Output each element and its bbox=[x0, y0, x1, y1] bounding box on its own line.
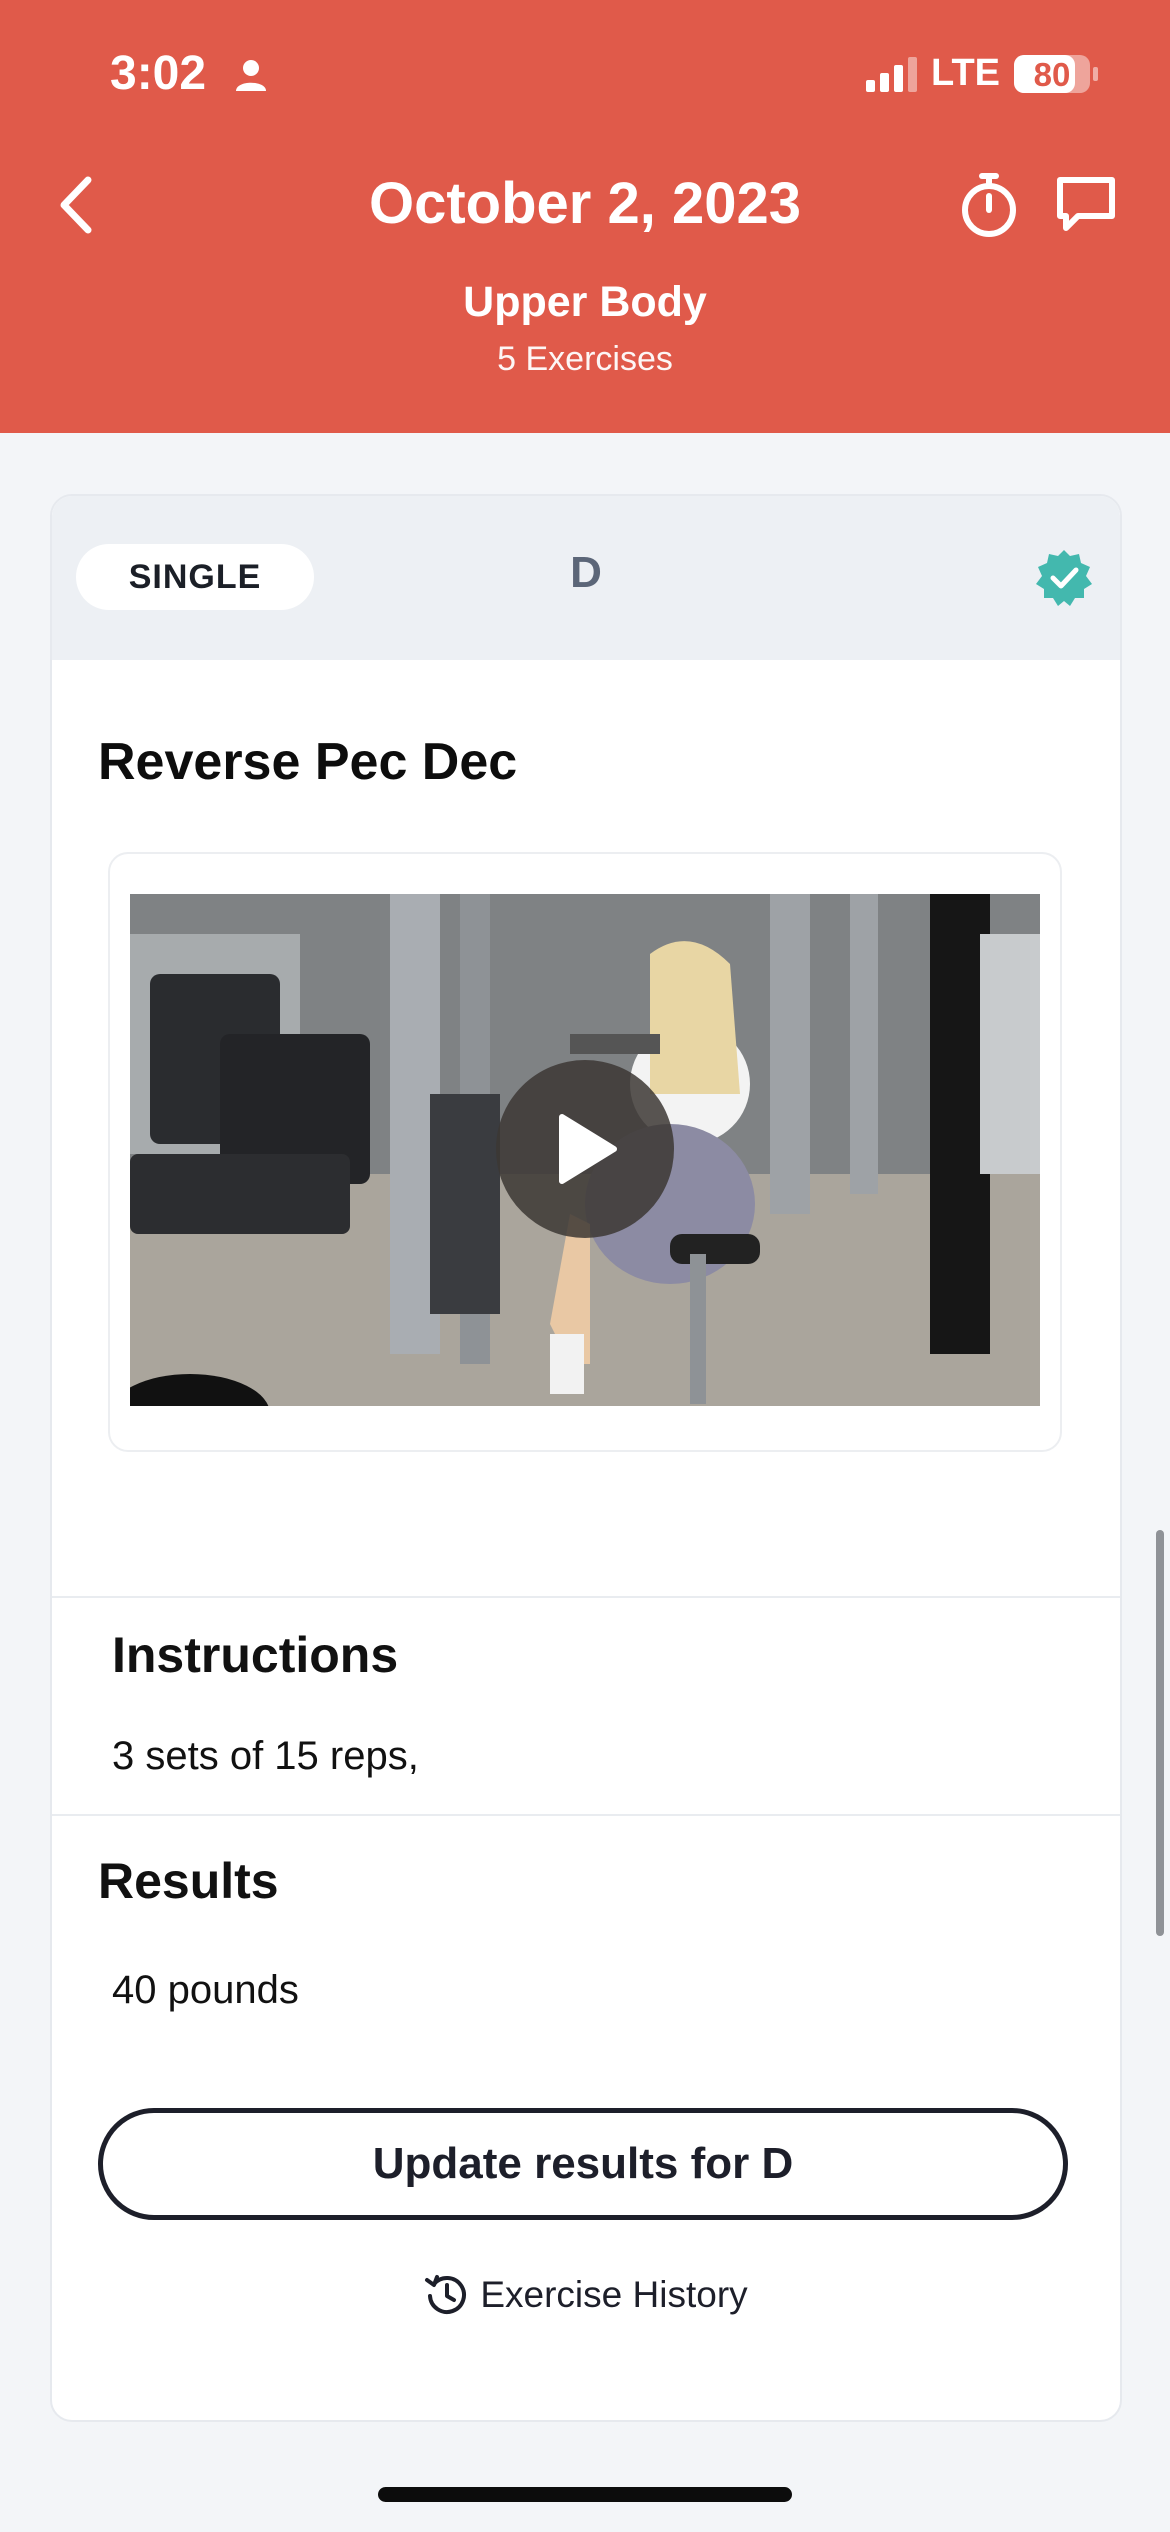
exercise-title: Reverse Pec Dec bbox=[98, 733, 518, 791]
exercise-video[interactable] bbox=[130, 894, 1040, 1406]
exercise-letter: D bbox=[570, 548, 602, 597]
instructions-heading: Instructions bbox=[112, 1627, 399, 1683]
verified-check-icon bbox=[1036, 550, 1092, 606]
chat-bubble-icon[interactable] bbox=[1054, 174, 1118, 234]
stopwatch-icon[interactable] bbox=[958, 172, 1020, 238]
history-clock-icon bbox=[425, 2275, 467, 2314]
update-results-button[interactable]: Update results for D bbox=[98, 2108, 1068, 2220]
home-indicator[interactable] bbox=[378, 2487, 792, 2502]
top-header: 3:02 LTE 80 October 2, 2023 Upper Body 5… bbox=[0, 0, 1170, 433]
video-container bbox=[108, 852, 1062, 1452]
battery-cap bbox=[1093, 66, 1098, 81]
results-text: 40 pounds bbox=[112, 1968, 299, 2012]
status-indicators: LTE 80 bbox=[866, 52, 1098, 95]
scrollbar[interactable] bbox=[1156, 1530, 1164, 1936]
exercise-count: 5 Exercises bbox=[497, 340, 673, 378]
card-header: SINGLE D bbox=[52, 496, 1120, 660]
exercise-card: SINGLE D Reverse Pec Dec Instructions 3 … bbox=[50, 494, 1122, 2422]
network-type: LTE bbox=[931, 52, 1000, 94]
section-divider bbox=[52, 1596, 1120, 1598]
person-icon bbox=[236, 60, 266, 91]
battery-percent: 80 bbox=[1033, 55, 1071, 93]
results-heading: Results bbox=[98, 1853, 279, 1909]
cellular-signal-icon bbox=[866, 56, 918, 92]
battery-icon: 80 bbox=[1014, 54, 1098, 93]
play-icon[interactable] bbox=[496, 1060, 674, 1238]
status-time: 3:02 bbox=[110, 47, 207, 100]
exercise-history-link[interactable]: Exercise History bbox=[52, 2272, 1120, 2318]
section-divider bbox=[52, 1814, 1120, 1816]
workout-name: Upper Body bbox=[463, 278, 707, 326]
instructions-text: 3 sets of 15 reps, bbox=[112, 1734, 419, 1778]
exercise-history-label: Exercise History bbox=[480, 2274, 748, 2315]
